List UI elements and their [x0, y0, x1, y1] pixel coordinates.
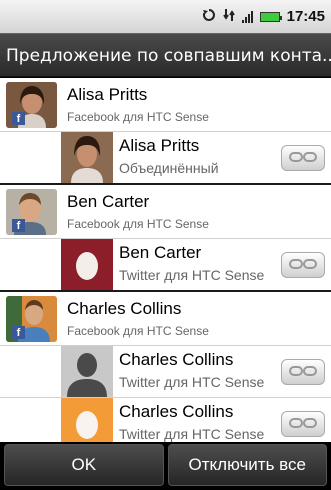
contact-group-ben: f Ben Carter Facebook для HTC Sense Ben …	[0, 185, 331, 292]
status-bar: 17:45	[0, 0, 331, 33]
match-name: Charles Collins	[119, 402, 234, 421]
link-toggle-button[interactable]	[281, 252, 325, 278]
link-icon	[288, 149, 318, 168]
link-toggle-button[interactable]	[281, 145, 325, 171]
contact-header-row[interactable]: f Alisa Pritts Facebook для HTC Sense	[0, 78, 331, 131]
match-name: Ben Carter	[119, 243, 202, 262]
match-row[interactable]: Charles Collins Twitter для HTC Sense	[0, 397, 331, 442]
contact-photo	[61, 132, 113, 183]
contact-name: Ben Carter	[67, 192, 150, 211]
contact-group-alisa: f Alisa Pritts Facebook для HTC Sense Al…	[0, 78, 331, 185]
facebook-icon: f	[12, 326, 25, 339]
match-row[interactable]: Ben Carter Twitter для HTC Sense	[0, 238, 331, 290]
clock: 17:45	[286, 8, 325, 25]
match-source: Twitter для HTC Sense	[119, 426, 265, 442]
battery-icon	[259, 11, 282, 22]
disable-all-button[interactable]: Отключить все	[167, 444, 327, 486]
match-row[interactable]: Alisa Pritts Объединённый	[0, 131, 331, 183]
contact-source: Facebook для HTC Sense	[67, 324, 209, 338]
default-avatar	[61, 346, 113, 397]
data-transfer-icon	[222, 7, 235, 26]
contact-match-list: f Alisa Pritts Facebook для HTC Sense Al…	[0, 78, 331, 442]
match-name: Alisa Pritts	[119, 136, 200, 155]
link-icon	[288, 363, 318, 382]
facebook-icon: f	[12, 112, 25, 125]
page-title: Предложение по совпавшим конта...	[0, 33, 331, 77]
contact-group-charles: f Charles Collins Facebook для HTC Sense…	[0, 292, 331, 442]
match-source: Twitter для HTC Sense	[119, 267, 265, 283]
match-source: Twitter для HTC Sense	[119, 374, 265, 390]
contact-name: Charles Collins	[67, 299, 182, 318]
match-name: Charles Collins	[119, 350, 234, 369]
match-row[interactable]: Charles Collins Twitter для HTC Sense	[0, 345, 331, 397]
contact-header-row[interactable]: f Charles Collins Facebook для HTC Sense	[0, 292, 331, 345]
contact-source: Facebook для HTC Sense	[67, 110, 209, 124]
contact-name: Alisa Pritts	[67, 85, 148, 104]
facebook-icon: f	[12, 219, 25, 232]
signal-icon	[241, 10, 253, 23]
twitter-egg-avatar	[61, 398, 113, 442]
link-toggle-button[interactable]	[281, 411, 325, 437]
contact-source: Facebook для HTC Sense	[67, 217, 209, 231]
bottom-action-bar: OK Отключить все	[0, 442, 331, 490]
link-toggle-button[interactable]	[281, 359, 325, 385]
sync-icon	[202, 7, 216, 26]
link-icon	[288, 256, 318, 275]
ok-button[interactable]: OK	[4, 444, 164, 486]
contact-photo: f	[6, 82, 57, 128]
contact-photo: f	[6, 189, 57, 235]
contact-photo: f	[6, 296, 57, 342]
twitter-egg-avatar	[61, 239, 113, 290]
contact-header-row[interactable]: f Ben Carter Facebook для HTC Sense	[0, 185, 331, 238]
link-icon	[288, 415, 318, 434]
match-source: Объединённый	[119, 160, 219, 176]
